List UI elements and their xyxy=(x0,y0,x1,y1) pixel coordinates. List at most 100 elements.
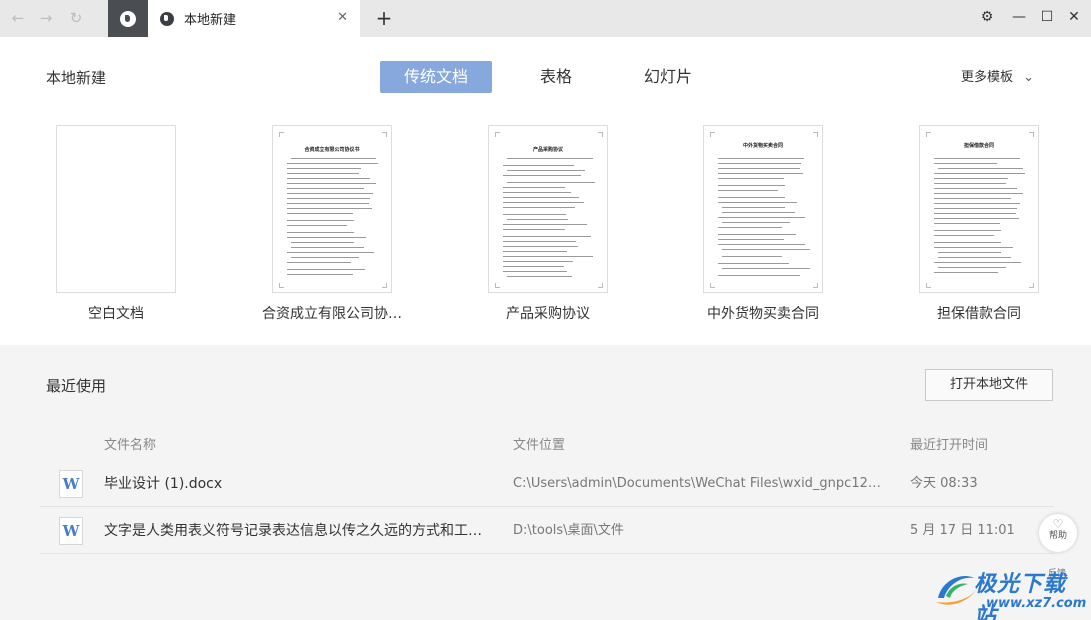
thumbnail-text-line xyxy=(718,234,796,235)
new-tab-icon[interactable]: + xyxy=(373,6,395,30)
thumbnail-text-line xyxy=(718,244,805,245)
thumbnail-doc-title: 合资成立有限公司协议书 xyxy=(304,147,360,153)
thumbnail-corner-mark xyxy=(279,283,284,288)
tab-traditional-document[interactable]: 传统文档 xyxy=(380,61,492,93)
word-document-icon: W xyxy=(59,470,83,498)
thumbnail-text-line xyxy=(287,173,359,174)
thumbnail-corner-mark xyxy=(1029,132,1034,137)
file-name: 文字是人类用表义符号记录表达信息以传之久远的方式和工… xyxy=(104,523,482,539)
thumbnail-text-line xyxy=(287,188,364,189)
thumbnail-text-line xyxy=(718,227,782,228)
thumbnail-corner-mark xyxy=(926,283,931,288)
thumbnail-corner-mark xyxy=(598,283,603,288)
help-label: 帮助 xyxy=(1048,531,1067,541)
thumbnail-text-line xyxy=(503,229,565,230)
template-label: 空白文档 xyxy=(88,306,144,322)
thumbnail-text-line xyxy=(718,163,801,164)
thumbnail-text-line xyxy=(718,197,785,198)
thumbnail-text-line xyxy=(503,271,567,272)
thumbnail-text-line xyxy=(503,241,576,242)
thumbnail-text-line xyxy=(503,214,566,215)
site-watermark: 极光下载站 www.xz7.com xyxy=(932,564,1087,620)
thumbnail-text-line xyxy=(507,276,572,277)
file-open-time: 5 月 17 日 11:01 xyxy=(910,523,1015,538)
settings-icon[interactable]: ⚙ xyxy=(974,5,1000,29)
template-label: 中外货物买卖合同 xyxy=(707,306,819,322)
thumbnail-text-line xyxy=(934,203,1020,204)
thumbnail-text-line xyxy=(287,168,361,169)
thumbnail-text-line xyxy=(503,256,593,257)
thumbnail-text-line xyxy=(722,249,810,250)
recent-file-row[interactable]: W 毕业设计 (1).docx C:\Users\admin\Documents… xyxy=(40,461,1054,507)
tab-slides[interactable]: 幻灯片 xyxy=(630,61,706,93)
thumbnail-text-line xyxy=(503,224,587,225)
recent-file-row[interactable]: W 文字是人类用表义符号记录表达信息以传之久远的方式和工… D:\tools\桌… xyxy=(40,508,1054,554)
thumbnail-text-line xyxy=(503,251,567,252)
column-header-time[interactable]: 最近打开时间 xyxy=(910,434,988,453)
thumbnail-text-line xyxy=(934,223,1000,224)
minimize-icon[interactable]: — xyxy=(1006,5,1032,29)
thumbnail-text-line xyxy=(934,178,1008,179)
template-label: 产品采购协议 xyxy=(506,306,590,322)
thumbnail-text-line xyxy=(287,237,366,238)
refresh-icon[interactable]: ↻ xyxy=(66,8,86,28)
help-button[interactable]: ♡ 帮助 xyxy=(1039,514,1077,552)
file-location: D:\tools\桌面\文件 xyxy=(513,523,624,538)
template-thumbnail: 产品采购协议 xyxy=(488,125,608,293)
column-header-location[interactable]: 文件位置 xyxy=(513,434,565,453)
thumbnail-text-line xyxy=(718,263,789,264)
thumbnail-text-line xyxy=(287,193,373,194)
thumbnail-text-line xyxy=(287,163,378,164)
open-local-file-button[interactable]: 打开本地文件 xyxy=(925,369,1053,401)
template-label: 担保借款合同 xyxy=(937,306,1021,322)
thumbnail-text-line xyxy=(287,225,347,226)
thumbnail-text-line xyxy=(938,257,1011,258)
thumbnail-doc-title: 产品采购协议 xyxy=(532,147,563,153)
thumbnail-text-line xyxy=(934,230,1001,231)
thumbnail-text-line xyxy=(287,183,376,184)
thumbnail-text-line xyxy=(503,175,581,176)
template-thumbnail: 担保借款合同 xyxy=(919,125,1039,293)
tab-label: 本地新建 xyxy=(184,13,237,28)
thumbnail-text-line xyxy=(934,208,1017,209)
thumbnail-text-line xyxy=(287,274,353,275)
tab-spreadsheet[interactable]: 表格 xyxy=(520,61,592,93)
thumbnail-text-line xyxy=(722,207,785,208)
thumbnail-text-line xyxy=(718,158,804,159)
maximize-icon[interactable]: ☐ xyxy=(1034,5,1060,29)
thumbnail-corner-mark xyxy=(495,132,500,137)
thumbnail-corner-mark xyxy=(495,283,500,288)
thumbnail-text-line xyxy=(507,182,595,183)
template-label: 合资成立有限公司协… xyxy=(262,306,402,322)
back-icon[interactable]: ← xyxy=(8,8,28,28)
thumbnail-text-line xyxy=(287,269,365,270)
thumbnail-text-line xyxy=(503,246,578,247)
thumbnail-text-line xyxy=(718,178,784,179)
thumbnail-corner-mark xyxy=(813,132,818,137)
thumbnail-text-line xyxy=(507,170,585,171)
thumbnail-corner-mark xyxy=(598,132,603,137)
app-logo-icon[interactable] xyxy=(108,0,148,37)
thumbnail-text-line xyxy=(507,219,568,220)
thumbnail-corner-mark xyxy=(710,132,715,137)
thumbnail-text-line xyxy=(507,158,593,159)
tab-local-new[interactable]: 本地新建 ✕ xyxy=(148,0,360,37)
lightbulb-icon: ♡ xyxy=(1052,517,1064,531)
thumbnail-text-line xyxy=(934,193,1023,194)
thumbnail-text-line xyxy=(718,185,785,186)
column-header-name[interactable]: 文件名称 xyxy=(104,434,156,453)
thumbnail-corner-mark xyxy=(710,283,715,288)
thumbnail-text-line xyxy=(503,202,584,203)
file-location: C:\Users\admin\Documents\WeChat Files\wx… xyxy=(513,476,888,491)
thumbnail-text-line xyxy=(722,256,782,257)
close-window-icon[interactable]: ✕ xyxy=(1061,5,1087,29)
thumbnail-text-line xyxy=(934,218,1019,219)
thumbnail-corner-mark xyxy=(1029,283,1034,288)
thumbnail-text-line xyxy=(718,217,805,218)
tab-close-icon[interactable]: ✕ xyxy=(337,10,348,25)
thumbnail-text-line xyxy=(934,198,1011,199)
forward-icon[interactable]: → xyxy=(36,8,56,28)
more-templates-dropdown[interactable]: 更多模板 ⌄ xyxy=(961,66,1034,85)
thumbnail-text-line xyxy=(287,198,370,199)
thumbnail-text-line xyxy=(934,262,1021,263)
